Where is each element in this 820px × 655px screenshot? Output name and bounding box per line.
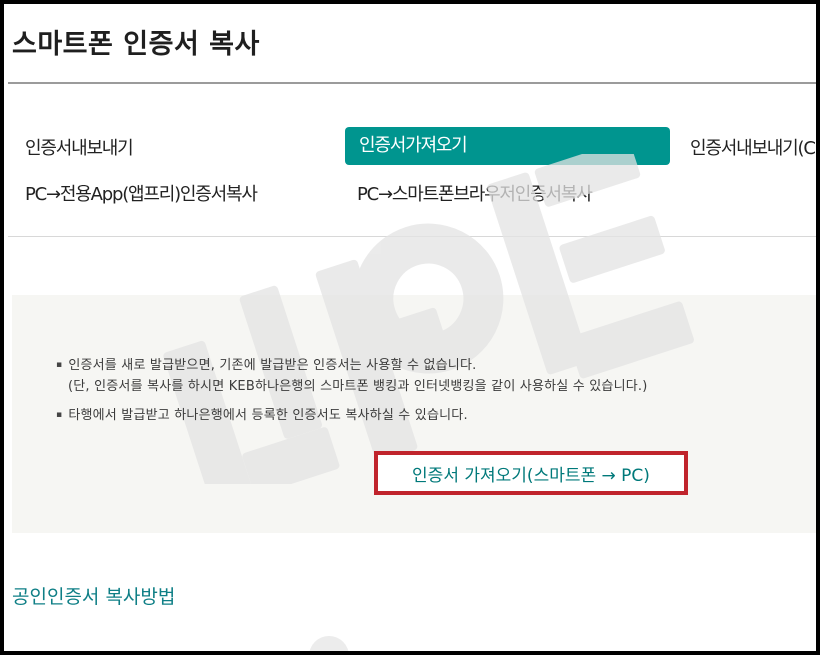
tab-bar: 인증서내보내기 인증서가져오기 인증서내보내기(C PC→전용App(앱프리)인…: [4, 124, 816, 234]
watermark-fragment: [309, 636, 349, 651]
tab-export-certificate[interactable]: 인증서내보내기: [25, 130, 134, 168]
tabs-divider: [8, 236, 816, 237]
page-title: 스마트폰 인증서 복사: [12, 29, 260, 60]
page-frame: 스마트폰 인증서 복사 인증서내보내기 인증서가져오기 인증서내보내기(C PC…: [4, 4, 816, 651]
notice-text-1: 인증서를 새로 발급받으면, 기존에 발급받은 인증서는 사용할 수 없습니다.: [68, 358, 477, 373]
bullet-icon: ▪: [56, 360, 63, 370]
notice-item-1: ▪ 인증서를 새로 발급받으면, 기존에 발급받은 인증서는 사용할 수 없습니다…: [56, 354, 476, 373]
certificate-copy-method-link[interactable]: 공인인증서 복사방법: [12, 582, 175, 609]
import-certificate-button[interactable]: 인증서 가져오기(스마트폰 → PC): [374, 451, 688, 495]
notice-item-1-sub: (단, 인증서를 복사를 하시면 KEB하나은행의 스마트폰 뱅킹과 인터넷뱅킹…: [68, 379, 648, 394]
notice-text-2: 타행에서 발급받고 하나은행에서 등록한 인증서도 복사하실 수 있습니다.: [68, 408, 468, 423]
tab-pc-to-app-copy[interactable]: PC→전용App(앱프리)인증서복사: [25, 176, 258, 214]
tab-export-certificate-c[interactable]: 인증서내보내기(C: [690, 130, 816, 168]
notice-item-2: ▪ 타행에서 발급받고 하나은행에서 등록한 인증서도 복사하실 수 있습니다.: [56, 404, 468, 423]
tab-pc-to-smartphone-browser-copy[interactable]: PC→스마트폰브라우저인증서복사: [357, 176, 593, 214]
tab-import-certificate[interactable]: 인증서가져오기: [345, 127, 670, 165]
title-divider: [8, 82, 816, 84]
bullet-icon: ▪: [56, 410, 63, 420]
